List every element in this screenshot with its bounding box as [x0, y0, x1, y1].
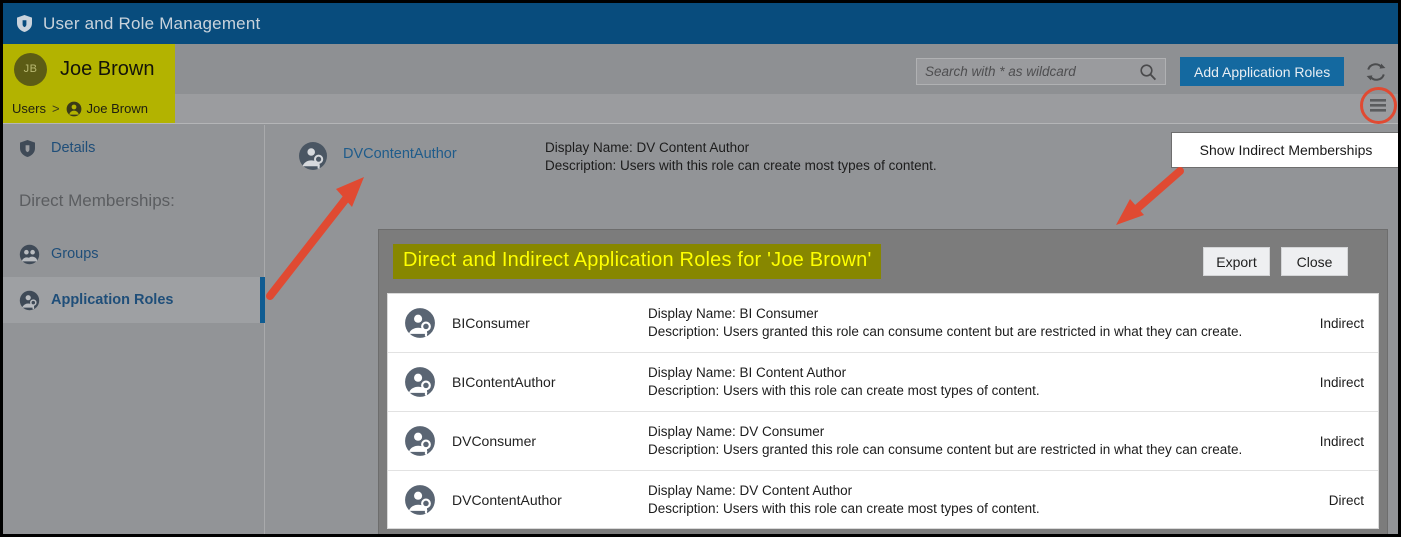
role-description: Description: Users with this role can cr… — [648, 501, 1040, 516]
search-icon[interactable] — [1137, 63, 1165, 81]
breadcrumb-current[interactable]: Joe Brown — [87, 101, 148, 116]
role-description: Description: Users with this role can cr… — [545, 158, 937, 173]
role-key-icon — [404, 366, 436, 398]
breadcrumb[interactable]: Users > Joe Brown — [3, 94, 175, 123]
user-chip: JB Joe Brown — [3, 44, 175, 94]
dialog-header: Direct and Indirect Application Roles fo… — [379, 230, 1387, 293]
role-display-name: Display Name: DV Content Author — [545, 140, 750, 155]
membership-type: Indirect — [1319, 374, 1364, 390]
shield-icon — [19, 139, 45, 158]
role-key-icon — [404, 425, 436, 457]
breadcrumb-separator: > — [51, 101, 60, 116]
shield-icon — [16, 14, 33, 33]
add-application-roles-button[interactable]: Add Application Roles — [1180, 57, 1345, 86]
hamburger-menu-icon[interactable] — [1365, 93, 1391, 119]
role-key-icon — [19, 290, 45, 311]
role-name-link[interactable]: DVContentAuthor — [343, 139, 533, 162]
membership-type: Indirect — [1319, 315, 1364, 331]
membership-type: Indirect — [1319, 433, 1364, 449]
title-bar: User and Role Management — [3, 3, 1398, 44]
sidebar-item-application-roles[interactable]: Application Roles — [3, 277, 265, 323]
role-key-icon — [404, 307, 436, 339]
application-window: User and Role Management JB Joe Brown Ad… — [0, 0, 1401, 537]
role-description: Description: Users granted this role can… — [648, 442, 1243, 457]
table-row[interactable]: BIContentAuthor Display Name: BI Content… — [388, 353, 1378, 412]
dialog-title: Direct and Indirect Application Roles fo… — [393, 244, 882, 279]
role-description: Description: Users with this role can cr… — [648, 383, 1040, 398]
role-name[interactable]: DVContentAuthor — [452, 492, 648, 508]
role-name[interactable]: DVConsumer — [452, 433, 648, 449]
menu-item-show-indirect-memberships[interactable]: Show Indirect Memberships — [1200, 142, 1373, 158]
sidebar-item-label: Details — [51, 140, 96, 156]
export-button[interactable]: Export — [1203, 247, 1270, 276]
close-button[interactable]: Close — [1281, 247, 1348, 276]
role-display-name: Display Name: DV Consumer — [648, 424, 825, 439]
role-details: Display Name: DV Content Author Descript… — [648, 482, 1278, 518]
sidebar-item-details[interactable]: Details — [3, 125, 264, 171]
role-key-icon — [404, 484, 436, 516]
sidebar-item-groups[interactable]: Groups — [3, 231, 264, 277]
role-key-icon — [298, 141, 328, 176]
refresh-icon[interactable] — [1363, 59, 1389, 85]
sidebar: Details Direct Memberships: Groups Appli… — [3, 125, 265, 534]
search-box[interactable] — [916, 58, 1166, 85]
page-title: Joe Brown — [60, 57, 155, 80]
table-row[interactable]: BIConsumer Display Name: BI Consumer Des… — [388, 294, 1378, 353]
table-row[interactable]: DVContentAuthor Display Name: DV Content… — [388, 471, 1378, 528]
menu-popup[interactable]: Show Indirect Memberships — [1171, 132, 1398, 168]
dialog-role-table: BIConsumer Display Name: BI Consumer Des… — [387, 293, 1379, 529]
role-details: Display Name: BI Content Author Descript… — [648, 364, 1278, 400]
indirect-roles-dialog: Direct and Indirect Application Roles fo… — [379, 230, 1387, 534]
role-display-name: Display Name: BI Content Author — [648, 365, 847, 380]
app-title: User and Role Management — [43, 13, 261, 33]
table-row[interactable]: DVConsumer Display Name: DV Consumer Des… — [388, 412, 1378, 471]
user-icon — [66, 101, 82, 117]
sidebar-section-header: Direct Memberships: — [19, 191, 175, 210]
sidebar-item-label: Application Roles — [51, 292, 174, 308]
role-details: Display Name: DV Consumer Description: U… — [648, 423, 1278, 459]
search-input[interactable] — [917, 63, 1137, 80]
role-name[interactable]: BIContentAuthor — [452, 374, 648, 390]
role-details: Display Name: DV Content Author Descript… — [545, 139, 937, 175]
groups-icon — [19, 244, 45, 265]
breadcrumb-root[interactable]: Users — [12, 101, 46, 116]
role-description: Description: Users granted this role can… — [648, 324, 1243, 339]
role-name[interactable]: BIConsumer — [452, 315, 648, 331]
breadcrumb-band: Users > Joe Brown — [3, 94, 1398, 124]
role-details: Display Name: BI Consumer Description: U… — [648, 305, 1278, 341]
sidebar-item-label: Groups — [51, 246, 99, 262]
role-display-name: Display Name: BI Consumer — [648, 306, 819, 321]
avatar: JB — [14, 52, 47, 86]
role-display-name: Display Name: DV Content Author — [648, 483, 853, 498]
membership-type: Direct — [1328, 492, 1364, 508]
